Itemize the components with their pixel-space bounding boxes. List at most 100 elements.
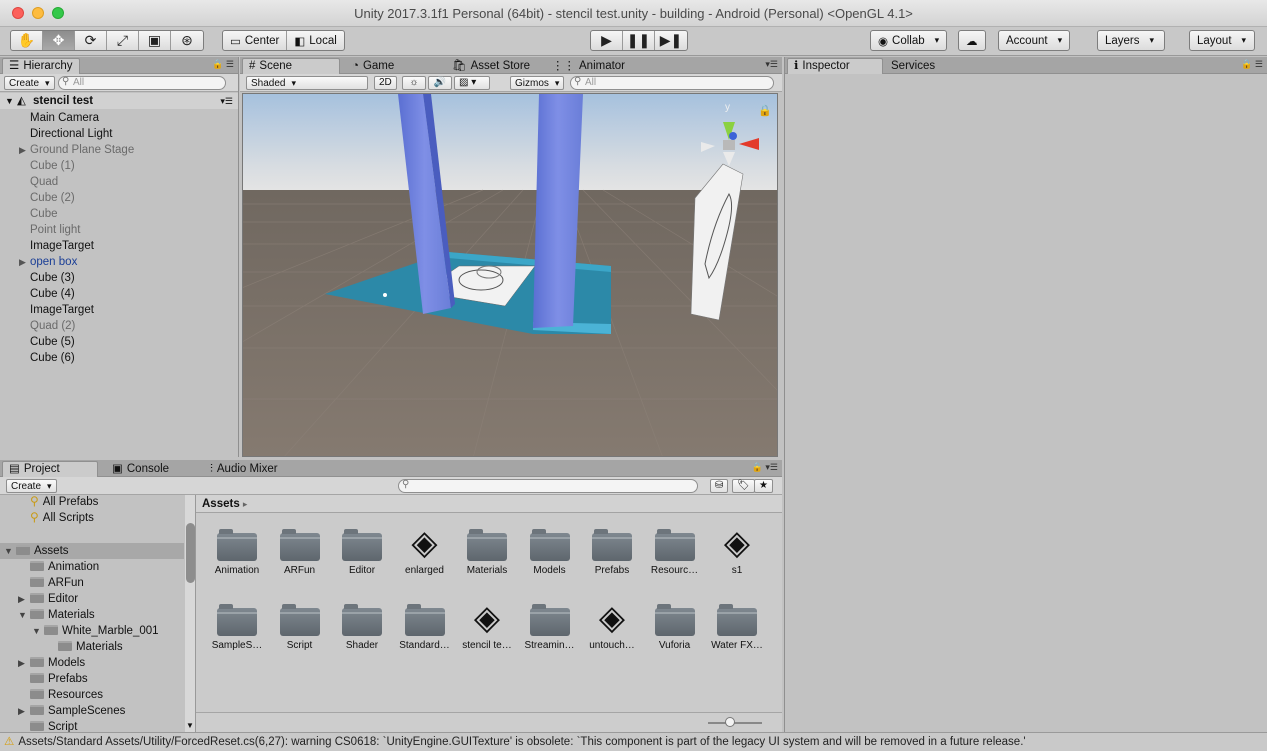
pivot-center-button[interactable]: ▭ Center — [223, 31, 288, 50]
inspector-menu-icon[interactable]: 🔒 ☰ — [1241, 59, 1263, 70]
icon-size-slider-handle[interactable] — [725, 717, 735, 727]
gizmos-dropdown[interactable]: Gizmos — [510, 76, 565, 90]
asset-folder[interactable]: Standard… — [394, 600, 456, 651]
project-tree-item[interactable]: ▼ Assets — [0, 543, 184, 559]
layout-button[interactable]: Layout — [1190, 31, 1254, 50]
project-tree-item[interactable]: ▶ Editor — [0, 591, 184, 607]
collab-dropdown[interactable]: ◉ Collab — [870, 30, 948, 51]
lock-icon[interactable]: 🔒 — [758, 104, 772, 117]
shading-mode-dropdown[interactable]: Shaded — [246, 76, 368, 90]
status-bar[interactable]: ⚠ Assets/Standard Assets/Utility/ForcedRe… — [0, 732, 1267, 751]
asset-folder[interactable]: Shader — [331, 600, 393, 651]
audio-toggle[interactable]: 🔊 — [428, 76, 452, 90]
hierarchy-item[interactable]: ImageTarget — [0, 302, 238, 318]
layout-dropdown[interactable]: Layout — [1189, 30, 1256, 51]
icon-size-slider[interactable] — [708, 722, 762, 724]
project-tree-item[interactable]: Prefabs — [0, 671, 184, 687]
hierarchy-item[interactable]: Cube (1) — [0, 158, 238, 174]
hierarchy-item[interactable]: Directional Light — [0, 126, 238, 142]
collab-button[interactable]: ◉ Collab — [871, 31, 946, 50]
project-tree-item[interactable]: ▶ Models — [0, 655, 184, 671]
mode-2d-button[interactable]: 2D — [374, 76, 397, 90]
project-tree-item[interactable]: ARFun — [0, 575, 184, 591]
hierarchy-item[interactable]: Cube (3) — [0, 270, 238, 286]
tab-project[interactable]: ▤ Project — [2, 461, 98, 477]
hierarchy-item[interactable]: ▶ open box — [0, 254, 238, 270]
tab-game[interactable]: ◔ Game — [346, 58, 400, 74]
chevron-right-icon[interactable]: ▶ — [18, 591, 25, 607]
scene-search-input[interactable]: All — [570, 76, 774, 90]
account-dropdown[interactable]: Account — [998, 30, 1071, 51]
project-search-input[interactable] — [398, 479, 698, 493]
asset-folder[interactable]: Water FX… — [706, 600, 768, 651]
project-tree-item[interactable]: ⚲ All Scripts — [0, 509, 184, 525]
chevron-down-icon[interactable]: ▼ — [18, 607, 27, 623]
hierarchy-item[interactable]: Cube — [0, 206, 238, 222]
project-tree-item[interactable]: Animation — [0, 559, 184, 575]
hierarchy-search-input[interactable]: All — [58, 76, 226, 90]
project-menu-icon[interactable]: 🔒 ▾☰ — [752, 462, 778, 473]
asset-folder[interactable]: SampleS… — [206, 600, 268, 651]
chevron-down-icon[interactable]: ▼ — [32, 623, 41, 639]
asset-folder[interactable]: Editor — [331, 525, 393, 576]
chevron-right-icon[interactable]: ▶ — [19, 142, 26, 158]
asset-folder[interactable]: Streamin… — [519, 600, 581, 651]
hierarchy-item[interactable]: ▶ Ground Plane Stage — [0, 142, 238, 158]
scale-tool-button[interactable]: ⤢ — [107, 31, 139, 50]
favorite-button[interactable]: ★ — [754, 479, 773, 493]
project-tree-item[interactable]: ▼ Materials — [0, 607, 184, 623]
play-button[interactable]: ▶ — [591, 31, 623, 50]
transform-tool-button[interactable]: ⊛ — [171, 31, 203, 50]
asset-folder[interactable]: Script — [269, 600, 331, 651]
asset-folder[interactable]: Prefabs — [581, 525, 643, 576]
hierarchy-item[interactable]: Cube (5) — [0, 334, 238, 350]
tab-inspector[interactable]: ℹ Inspector — [787, 58, 883, 74]
scene-viewport[interactable]: y 🔒 — [242, 93, 778, 457]
project-tree-item[interactable]: Resources — [0, 687, 184, 703]
asset-folder[interactable]: Vuforia — [644, 600, 706, 651]
gizmo-center[interactable] — [723, 140, 735, 150]
tab-console[interactable]: ▣ Console — [106, 461, 175, 477]
asset-folder[interactable]: Resourc… — [644, 525, 706, 576]
tab-animator[interactable]: ⋮⋮ Animator — [546, 58, 631, 74]
tab-asset-store[interactable]: 🛍 Asset Store — [446, 58, 536, 74]
scene-menu-icon[interactable]: ▾☰ — [220, 93, 233, 109]
effects-dropdown[interactable]: ▨ ▾ — [454, 76, 490, 90]
tree-scrollbar-thumb[interactable] — [186, 523, 195, 583]
cloud-button[interactable]: ☁ — [958, 30, 986, 51]
cloud-services-button[interactable]: ☁ — [959, 31, 985, 50]
step-button[interactable]: ▶❚ — [655, 31, 687, 50]
project-tree-item[interactable]: Script — [0, 719, 184, 732]
tab-services[interactable]: Services — [885, 58, 941, 74]
rotate-tool-button[interactable]: ⟳ — [75, 31, 107, 50]
layers-button[interactable]: Layers — [1098, 31, 1164, 50]
hierarchy-item[interactable]: Cube (4) — [0, 286, 238, 302]
asset-folder[interactable]: Models — [519, 525, 581, 576]
rect-tool-button[interactable]: ▣ — [139, 31, 171, 50]
chevron-right-icon[interactable]: ▶ — [18, 703, 25, 719]
search-by-label-button[interactable]: 🏷 — [732, 479, 755, 493]
breadcrumb-assets[interactable]: Assets — [202, 498, 240, 510]
chevron-right-icon[interactable]: ▶ — [18, 655, 25, 671]
asset-scene[interactable]: ◈ untouch… — [581, 600, 643, 651]
search-by-type-button[interactable]: ⛁ — [710, 479, 729, 493]
hierarchy-item[interactable]: Quad — [0, 174, 238, 190]
hierarchy-item[interactable]: Quad (2) — [0, 318, 238, 334]
asset-folder[interactable]: ARFun — [269, 525, 331, 576]
asset-scene[interactable]: ◈ s1 — [706, 525, 768, 576]
chevron-right-icon[interactable]: ▶ — [19, 254, 26, 270]
project-create-button[interactable]: Create — [6, 479, 57, 493]
asset-scene[interactable]: ◈ enlarged — [394, 525, 456, 576]
hierarchy-item[interactable]: Cube (6) — [0, 350, 238, 366]
project-tree-item[interactable]: ▶ SampleScenes — [0, 703, 184, 719]
account-button[interactable]: Account — [999, 31, 1069, 50]
asset-folder[interactable]: Materials — [456, 525, 518, 576]
hierarchy-item[interactable]: Main Camera — [0, 110, 238, 126]
tab-audio-mixer[interactable]: ⫶ Audio Mixer — [204, 461, 284, 477]
scroll-down-icon[interactable]: ▼ — [186, 721, 194, 730]
asset-folder[interactable]: Animation — [206, 525, 268, 576]
lighting-toggle[interactable]: ☼ — [402, 76, 426, 90]
move-tool-button[interactable]: ✥ — [43, 31, 75, 50]
pause-button[interactable]: ❚❚ — [623, 31, 655, 50]
project-tree-item[interactable]: ▼ White_Marble_001 — [0, 623, 184, 639]
